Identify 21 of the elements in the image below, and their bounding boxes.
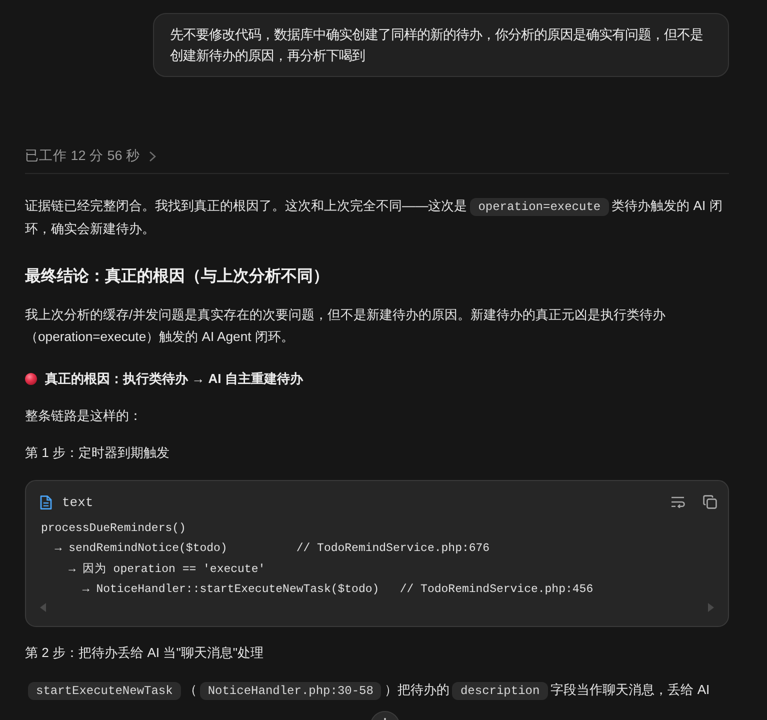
user-message: 先不要修改代码，数据库中确实创建了同样的新的待办，你分析的原因是确实有问题，但不是创建新待办的原因，再分析下喝到 [153, 13, 729, 77]
file-icon [40, 494, 52, 510]
code-language-label: text [62, 494, 94, 510]
callout-title: 真正的根因：执行类待办 → AI 自主重建待办 [45, 370, 303, 388]
step-title: 第 2 步：把待办丢给 AI 当"聊天消息"处理 [25, 644, 265, 662]
code-line: → 因为 operation == 'execute' [68, 562, 266, 578]
code-line: processDueReminders() [41, 521, 187, 537]
wrap-text-icon[interactable] [671, 496, 685, 508]
caret-left-icon[interactable] [40, 602, 46, 612]
caret-right-icon[interactable] [708, 602, 714, 612]
paragraph: 证据链已经完整闭合。我找到真正的根因了。这次和上次完全不同——这次是 operation=execute 类待办触发的 AI 闭环，确实会新建待办。 [25, 197, 724, 238]
copy-icon[interactable] [703, 495, 717, 509]
code-line: → sendRemindNotice($todo) // TodoRemindService.php:676 [54, 541, 491, 558]
code-line: → NoticeHandler::startExecuteNewTask($todo) // TodoRemindService.php:456 [81, 582, 594, 598]
section-heading: 最终结论：真正的根因（与上次分析不同） [25, 266, 330, 287]
paragraph: 我上次分析的缓存/并发问题是真实存在的次要问题，但不是新建待办的原因。新建待办的真正元凶是执行类待办（operation=execute）触发的 AI Agent 闭环。 [25, 306, 667, 346]
circle-icon [25, 373, 37, 385]
step-title: 第 1 步：定时器到期触发 [25, 444, 171, 462]
paragraph: startExecuteNewTask （ NoticeHandler.php:30-58 ）把待办的 description 字段当作聊天消息，丢给 AI [25, 679, 729, 702]
work-duration-toggle[interactable]: 已工作 12 分 56 秒 [25, 147, 156, 165]
paragraph: 整条链路是这样的： [25, 407, 143, 425]
